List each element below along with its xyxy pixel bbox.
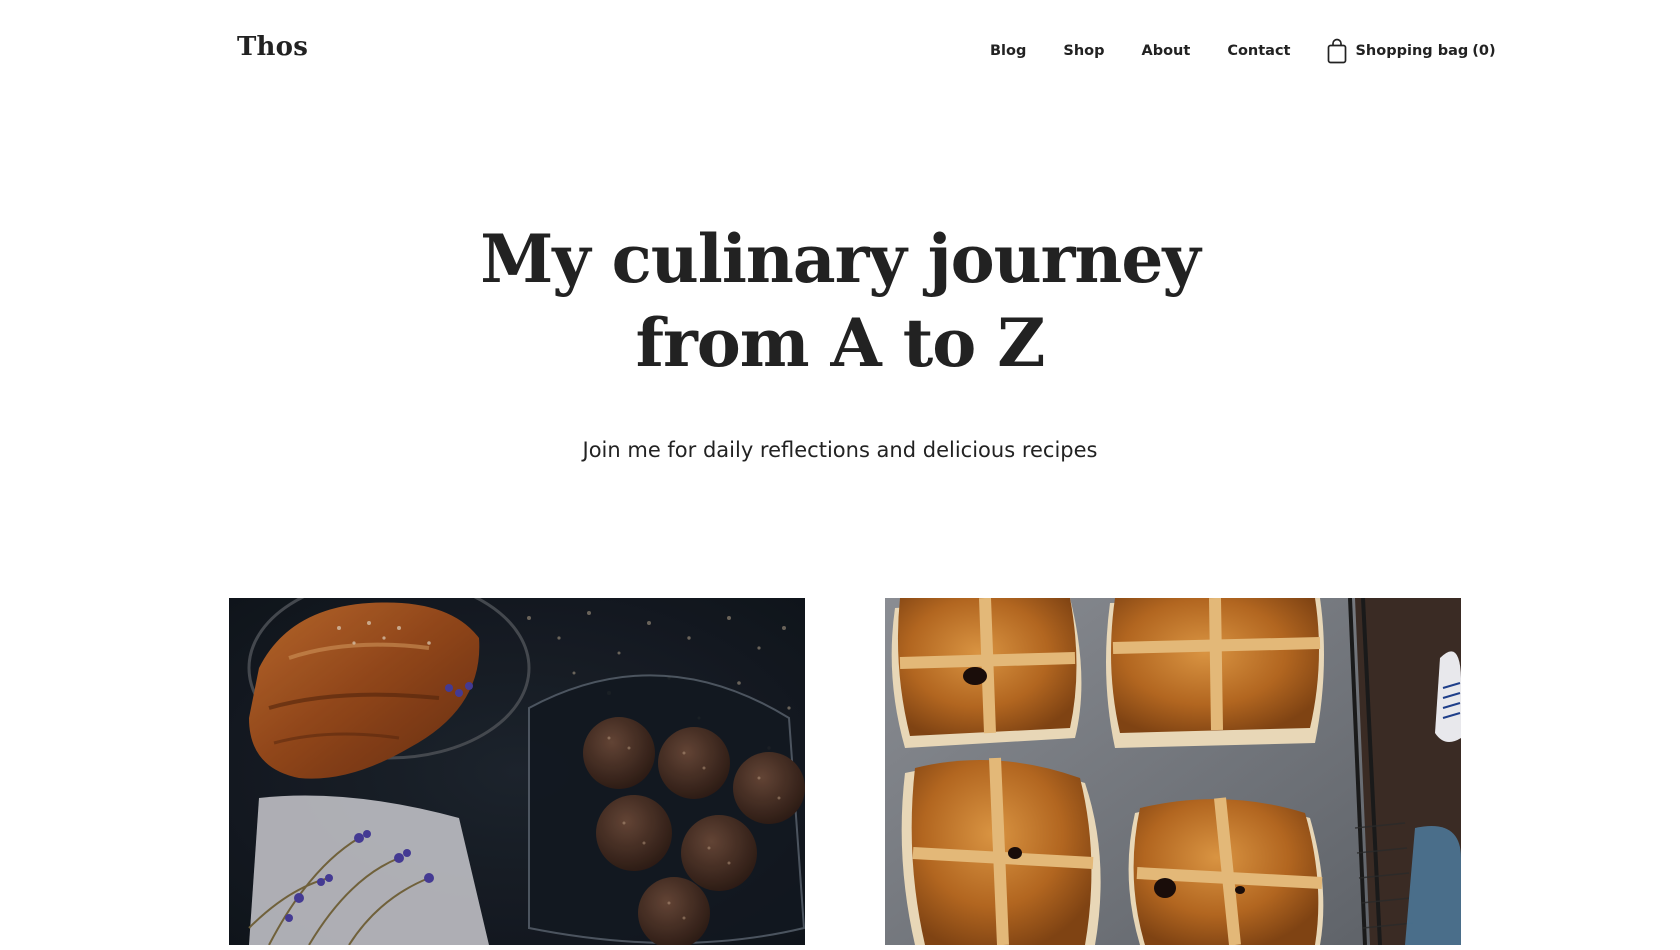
shopping-bag-label: Shopping bag xyxy=(1355,43,1469,59)
hero-title-line-1: My culinary journey xyxy=(480,220,1201,298)
hero-subtitle: Join me for daily reflections and delici… xyxy=(582,438,1098,462)
nav-item-contact[interactable]: Contact xyxy=(1227,43,1290,59)
post-card-image-pastry[interactable] xyxy=(229,598,805,945)
main-nav: Blog Shop About Contact Shopping bag (0) xyxy=(990,38,1496,64)
shopping-bag-count: (0) xyxy=(1472,43,1496,59)
nav-item-about[interactable]: About xyxy=(1141,43,1190,59)
nav-item-shop[interactable]: Shop xyxy=(1063,43,1104,59)
shopping-bag-button[interactable]: Shopping bag (0) xyxy=(1327,38,1496,64)
hero-title: My culinary journey from A to Z xyxy=(0,217,1680,385)
site-logo[interactable]: Thos xyxy=(237,32,308,62)
site-header: Thos Blog Shop About Contact Shopping ba… xyxy=(0,0,1680,100)
post-card-image-buns[interactable] xyxy=(885,598,1461,945)
nav-item-blog[interactable]: Blog xyxy=(990,43,1026,59)
hero-title-line-2: from A to Z xyxy=(635,304,1046,382)
shopping-bag-icon xyxy=(1327,38,1355,64)
